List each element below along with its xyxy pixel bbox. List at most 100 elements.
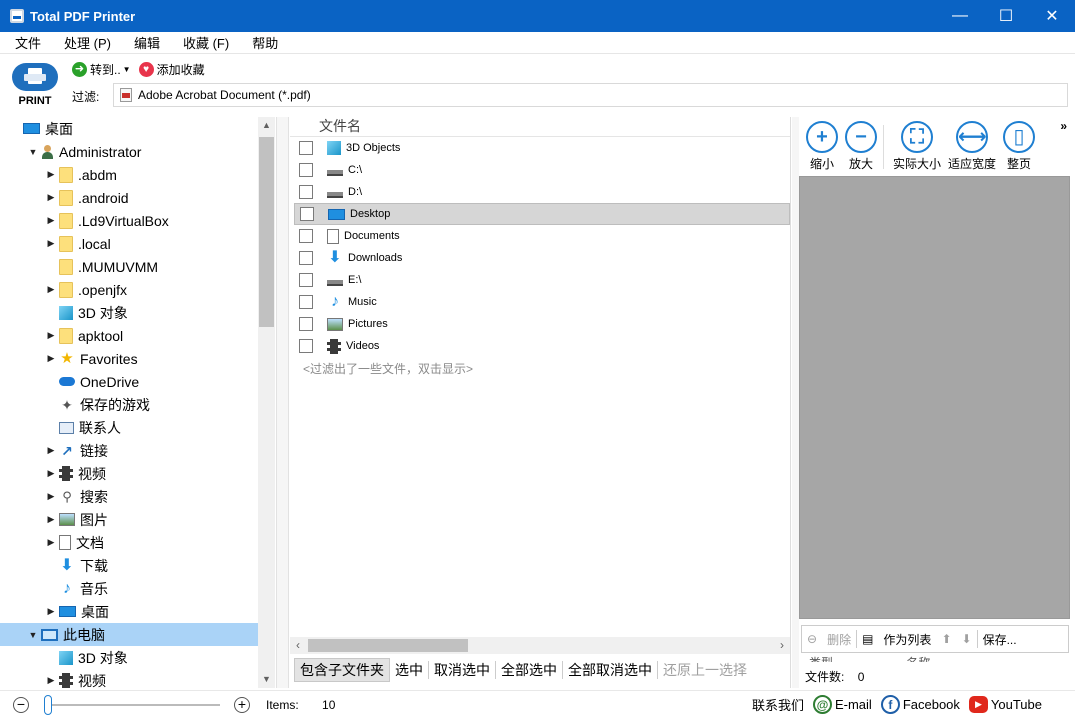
tree-scrollbar[interactable]: ▲ ▼ (258, 117, 275, 688)
tree-item[interactable]: ▶ ↗ 链接 (0, 439, 258, 462)
tree-item[interactable]: .MUMUVMM (0, 255, 258, 278)
scroll-thumb[interactable] (259, 137, 274, 327)
tree-item[interactable]: ✦ 保存的游戏 (0, 393, 258, 416)
column-header-filename[interactable]: 文件名 (319, 117, 361, 136)
hscroll-thumb[interactable] (308, 639, 468, 652)
column-name[interactable]: 名称 (906, 656, 930, 662)
menu-favorites[interactable]: 收藏 (F) (168, 33, 237, 52)
tree-item[interactable]: ▶ 文档 (0, 531, 258, 554)
file-row[interactable]: ♪ Music (294, 291, 790, 313)
file-checkbox[interactable] (299, 273, 313, 287)
column-type[interactable]: 类型 (809, 656, 833, 662)
tree-item[interactable]: ▶ .abdm (0, 163, 258, 186)
file-row[interactable]: Desktop (294, 203, 790, 225)
tree-item[interactable]: ▶ .openjfx (0, 278, 258, 301)
file-row[interactable]: ⬇ Downloads (294, 247, 790, 269)
tree-item[interactable]: ⬇ 下载 (0, 554, 258, 577)
expand-icon[interactable]: ▶ (46, 215, 56, 226)
zoom-out-icon[interactable]: − (13, 697, 29, 713)
menu-file[interactable]: 文件 (0, 33, 49, 52)
file-checkbox[interactable] (299, 141, 313, 155)
expand-icon[interactable]: ▶ (46, 238, 56, 249)
file-row[interactable]: Documents (294, 225, 790, 247)
file-row[interactable]: C:\ (294, 159, 790, 181)
tree-item[interactable]: ▶ .Ld9VirtualBox (0, 209, 258, 232)
deselect-all-button[interactable]: 全部取消选中 (563, 661, 658, 679)
right-splitter[interactable] (792, 117, 799, 688)
move-up-icon[interactable]: ⬆ (936, 632, 956, 646)
file-checkbox[interactable] (299, 163, 313, 177)
expand-icon[interactable]: ▶ (46, 192, 56, 203)
file-checkbox[interactable] (299, 339, 313, 353)
collapse-icon[interactable]: ▼ (28, 630, 38, 640)
move-down-icon[interactable]: ⬇ (957, 632, 977, 646)
undo-selection-button[interactable]: 还原上一选择 (658, 661, 752, 679)
youtube-link[interactable]: YouTube (991, 697, 1042, 712)
file-row[interactable]: E:\ (294, 269, 790, 291)
file-hscrollbar[interactable]: ‹ › (290, 637, 790, 654)
left-splitter[interactable] (276, 117, 289, 688)
close-button[interactable]: ✕ (1029, 0, 1075, 32)
more-tools-button[interactable]: » (1060, 119, 1067, 133)
filter-select[interactable]: Adobe Acrobat Document (*.pdf) (113, 83, 1068, 107)
collapse-icon[interactable]: ▼ (28, 147, 38, 157)
tree-item[interactable]: ▼ Administrator (0, 140, 258, 163)
zoom-out-button[interactable]: − 放大 (845, 117, 877, 175)
file-checkbox[interactable] (299, 295, 313, 309)
tree-item[interactable]: 3D 对象 (0, 646, 258, 669)
file-checkbox[interactable] (299, 317, 313, 331)
expand-icon[interactable]: ▶ (46, 169, 56, 180)
fit-width-button[interactable]: ⟷ 适应宽度 (948, 117, 996, 175)
tree-item[interactable]: ▶ .android (0, 186, 258, 209)
tree-item[interactable]: ▼ 此电脑 (0, 623, 258, 646)
file-checkbox[interactable] (299, 251, 313, 265)
tree-item[interactable]: ▶ ⚲ 搜索 (0, 485, 258, 508)
actual-size-button[interactable]: ⛶ 实际大小 (893, 117, 941, 175)
tree-item[interactable]: ▶ 图片 (0, 508, 258, 531)
add-favorite-button[interactable]: 添加收藏 (157, 61, 205, 78)
youtube-icon[interactable]: ▶ (968, 696, 988, 713)
file-row[interactable]: 3D Objects (294, 137, 790, 159)
scroll-left-icon[interactable]: ‹ (290, 637, 306, 654)
goto-button[interactable]: 转到.. (90, 61, 121, 78)
print-button[interactable]: PRINT (10, 63, 60, 109)
zoom-slider-track[interactable] (44, 704, 220, 706)
delete-button[interactable]: 删除 (822, 631, 856, 648)
file-checkbox[interactable] (299, 185, 313, 199)
select-button[interactable]: 选中 (390, 661, 429, 679)
file-row[interactable]: D:\ (294, 181, 790, 203)
expand-icon[interactable]: ▶ (46, 284, 56, 295)
select-all-button[interactable]: 全部选中 (496, 661, 563, 679)
scroll-up-icon[interactable]: ▲ (258, 117, 275, 134)
tree-item[interactable]: ▶ 视频 (0, 669, 258, 688)
file-row[interactable]: Pictures (294, 313, 790, 335)
expand-icon[interactable]: ▶ (46, 353, 56, 364)
zoom-slider-knob[interactable] (44, 695, 52, 715)
tree-item[interactable]: ▶ .local (0, 232, 258, 255)
file-checkbox[interactable] (300, 207, 314, 221)
tree-item[interactable]: ▶ 视频 (0, 462, 258, 485)
scroll-down-icon[interactable]: ▼ (258, 671, 275, 688)
tree-item[interactable]: ▶ ★ Favorites (0, 347, 258, 370)
menu-edit[interactable]: 编辑 (119, 33, 168, 52)
facebook-link[interactable]: Facebook (903, 697, 960, 712)
contact-us-link[interactable]: 联系我们 (752, 695, 804, 714)
chevron-down-icon[interactable]: ▼ (123, 65, 131, 74)
tree-item[interactable]: 桌面 (0, 117, 258, 140)
expand-icon[interactable]: ▶ (46, 491, 56, 502)
email-link[interactable]: E-mail (835, 697, 872, 712)
expand-icon[interactable]: ▶ (46, 675, 56, 686)
zoom-in-button[interactable]: + 缩小 (806, 117, 838, 175)
preview-canvas[interactable] (799, 176, 1070, 619)
zoom-in-icon[interactable]: + (234, 697, 250, 713)
filtered-files-note[interactable]: <过滤出了一些文件，双击显示> (303, 360, 473, 377)
tree-item[interactable]: ♪ 音乐 (0, 577, 258, 600)
facebook-icon[interactable]: f (880, 695, 900, 714)
email-icon[interactable]: @ (812, 695, 832, 714)
menu-help[interactable]: 帮助 (237, 33, 286, 52)
expand-icon[interactable]: ▶ (46, 606, 56, 617)
expand-icon[interactable]: ▶ (46, 514, 56, 525)
expand-icon[interactable]: ▶ (46, 445, 56, 456)
deselect-button[interactable]: 取消选中 (429, 661, 496, 679)
full-page-button[interactable]: ▯ 整页 (1003, 117, 1036, 175)
